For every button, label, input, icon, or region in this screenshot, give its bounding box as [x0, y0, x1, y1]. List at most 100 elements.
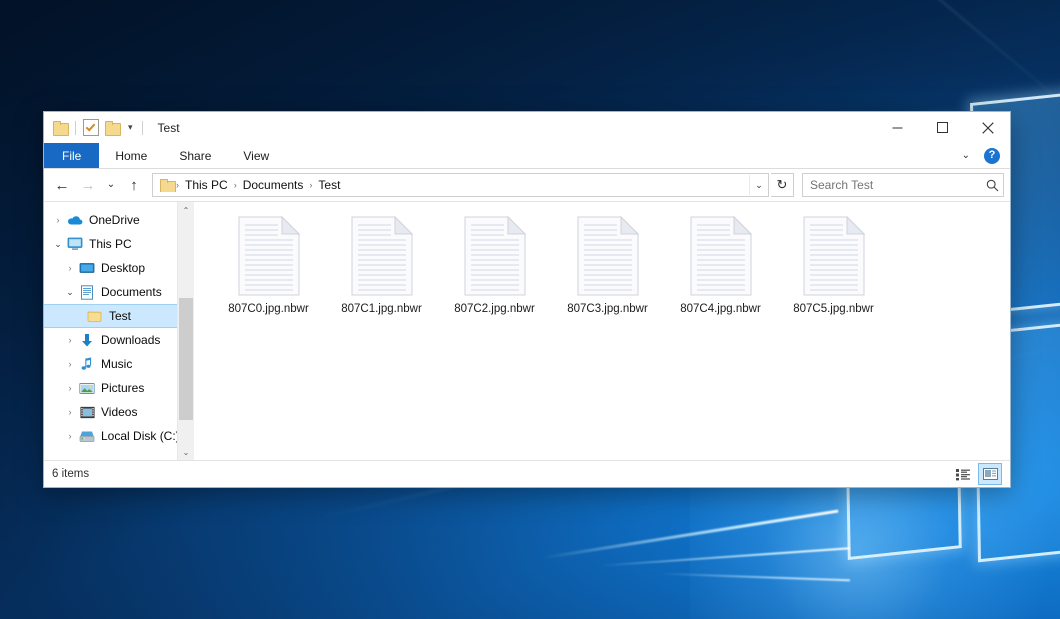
up-button[interactable]: ↑ — [122, 173, 146, 197]
sidebar-item-label: Music — [101, 357, 132, 371]
large-icons-view-button[interactable] — [978, 463, 1002, 485]
recent-locations-chevron-down-icon[interactable]: ⌄ — [102, 173, 120, 197]
toolbar-divider — [75, 121, 76, 135]
sidebar-item-this-pc[interactable]: ⌄ This PC — [44, 232, 194, 256]
sidebar-item-label: Documents — [101, 285, 162, 299]
back-button[interactable]: ← — [50, 173, 74, 197]
file-item[interactable]: 807C5.jpg.nbwr — [777, 214, 890, 340]
file-item[interactable]: 807C2.jpg.nbwr — [438, 214, 551, 340]
folder-icon[interactable] — [53, 121, 68, 134]
file-name-label: 807C5.jpg.nbwr — [793, 303, 874, 317]
explorer-body: › OneDrive ⌄ This PC › — [44, 201, 1010, 460]
sidebar-item-videos[interactable]: › Videos — [44, 400, 194, 424]
chevron-right-icon[interactable]: › — [62, 336, 78, 345]
sidebar-item-label: Videos — [101, 405, 137, 419]
sidebar-item-label: Downloads — [101, 333, 160, 347]
chevron-right-icon[interactable]: › — [62, 264, 78, 273]
desktop-icon — [78, 262, 96, 275]
breadcrumb: › This PC › Documents › Test — [153, 178, 749, 192]
properties-icon[interactable] — [83, 119, 99, 136]
new-folder-icon[interactable] — [105, 121, 120, 134]
search-icon[interactable] — [981, 179, 1003, 192]
expand-ribbon-chevron-down-icon[interactable]: ⌄ — [956, 150, 976, 161]
file-name-label: 807C0.jpg.nbwr — [228, 303, 309, 317]
sidebar-item-label: Desktop — [101, 261, 145, 275]
chevron-right-icon[interactable]: › — [62, 360, 78, 369]
chevron-down-icon[interactable]: ⌄ — [50, 240, 66, 249]
sidebar-item-label: This PC — [89, 237, 132, 251]
sidebar-item-label: Local Disk (C:) — [101, 429, 180, 443]
address-bar-row: ← → ⌄ ↑ › This PC › Documents › Test ⌄ ↻ — [44, 169, 1010, 201]
close-button[interactable] — [965, 112, 1010, 143]
generic-document-icon — [690, 216, 752, 296]
folder-icon — [160, 179, 175, 192]
file-name-label: 807C3.jpg.nbwr — [567, 303, 648, 317]
sidebar-item-pictures[interactable]: › Pictures — [44, 376, 194, 400]
chevron-down-icon[interactable]: ▾ — [126, 123, 135, 132]
sidebar-item-label: Pictures — [101, 381, 144, 395]
breadcrumb-item-this-pc[interactable]: This PC — [180, 178, 233, 192]
sidebar-item-music[interactable]: › Music — [44, 352, 194, 376]
scrollbar-thumb[interactable] — [179, 298, 193, 420]
maximize-button[interactable] — [920, 112, 965, 143]
search-box[interactable] — [802, 173, 1004, 197]
downloads-arrow-icon — [78, 333, 96, 348]
chevron-right-icon[interactable]: › — [50, 216, 66, 225]
local-disk-icon — [78, 430, 96, 443]
desktop: ▾ Test File Home Share View — [0, 0, 1060, 619]
window-controls — [875, 112, 1010, 143]
file-item[interactable]: 807C0.jpg.nbwr — [212, 214, 325, 340]
breadcrumb-item-test[interactable]: Test — [313, 178, 345, 192]
toolbar-divider — [142, 121, 143, 135]
scroll-up-arrow-icon[interactable]: ⌃ — [178, 202, 194, 218]
nav-pane-scrollbar[interactable]: ⌃ ⌄ — [177, 202, 194, 460]
sidebar-item-documents[interactable]: ⌄ Documents — [44, 280, 194, 304]
sidebar-item-test[interactable]: Test — [44, 304, 194, 328]
file-explorer-window: ▾ Test File Home Share View — [43, 111, 1011, 488]
this-pc-monitor-icon — [66, 237, 84, 251]
status-bar: 6 items — [44, 460, 1010, 487]
file-name-label: 807C1.jpg.nbwr — [341, 303, 422, 317]
breadcrumb-item-documents[interactable]: Documents — [238, 178, 309, 192]
file-name-label: 807C4.jpg.nbwr — [680, 303, 761, 317]
sidebar-item-label: OneDrive — [89, 213, 140, 227]
sidebar-item-label: Test — [109, 309, 131, 323]
refresh-button[interactable]: ↻ — [771, 173, 794, 197]
sidebar-item-desktop[interactable]: › Desktop — [44, 256, 194, 280]
address-dropdown-chevron-down-icon[interactable]: ⌄ — [749, 175, 768, 195]
view-mode-buttons — [952, 461, 1002, 487]
generic-document-icon — [464, 216, 526, 296]
address-bar[interactable]: › This PC › Documents › Test ⌄ — [152, 173, 769, 197]
sidebar-item-local-disk-c[interactable]: › Local Disk (C:) — [44, 424, 194, 448]
chevron-right-icon[interactable]: › — [62, 432, 78, 441]
ribbon-tab-bar: File Home Share View ⌄ ? — [44, 143, 1010, 169]
file-list-area[interactable]: 807C0.jpg.nbwr — [194, 202, 1010, 460]
forward-button[interactable]: → — [76, 173, 100, 197]
file-item[interactable]: 807C1.jpg.nbwr — [325, 214, 438, 340]
onedrive-cloud-icon — [66, 214, 84, 226]
chevron-right-icon[interactable]: › — [62, 408, 78, 417]
generic-document-icon — [238, 216, 300, 296]
minimize-button[interactable] — [875, 112, 920, 143]
sidebar-item-downloads[interactable]: › Downloads — [44, 328, 194, 352]
tab-home[interactable]: Home — [99, 143, 163, 168]
pictures-icon — [78, 382, 96, 395]
chevron-right-icon[interactable]: › — [62, 384, 78, 393]
generic-document-icon — [577, 216, 639, 296]
file-item[interactable]: 807C4.jpg.nbwr — [664, 214, 777, 340]
tab-file[interactable]: File — [44, 143, 99, 168]
file-name-label: 807C2.jpg.nbwr — [454, 303, 535, 317]
file-item[interactable]: 807C3.jpg.nbwr — [551, 214, 664, 340]
item-count-label: 6 items — [52, 468, 89, 480]
help-button[interactable]: ? — [984, 148, 1000, 164]
search-input[interactable] — [803, 177, 981, 193]
videos-film-icon — [78, 406, 96, 419]
documents-icon — [78, 285, 96, 300]
tab-view[interactable]: View — [227, 143, 285, 168]
scroll-down-arrow-icon[interactable]: ⌄ — [178, 444, 194, 460]
sidebar-item-onedrive[interactable]: › OneDrive — [44, 208, 194, 232]
folder-icon — [86, 309, 104, 323]
details-view-button[interactable] — [952, 464, 974, 484]
chevron-down-icon[interactable]: ⌄ — [62, 288, 78, 297]
tab-share[interactable]: Share — [163, 143, 227, 168]
